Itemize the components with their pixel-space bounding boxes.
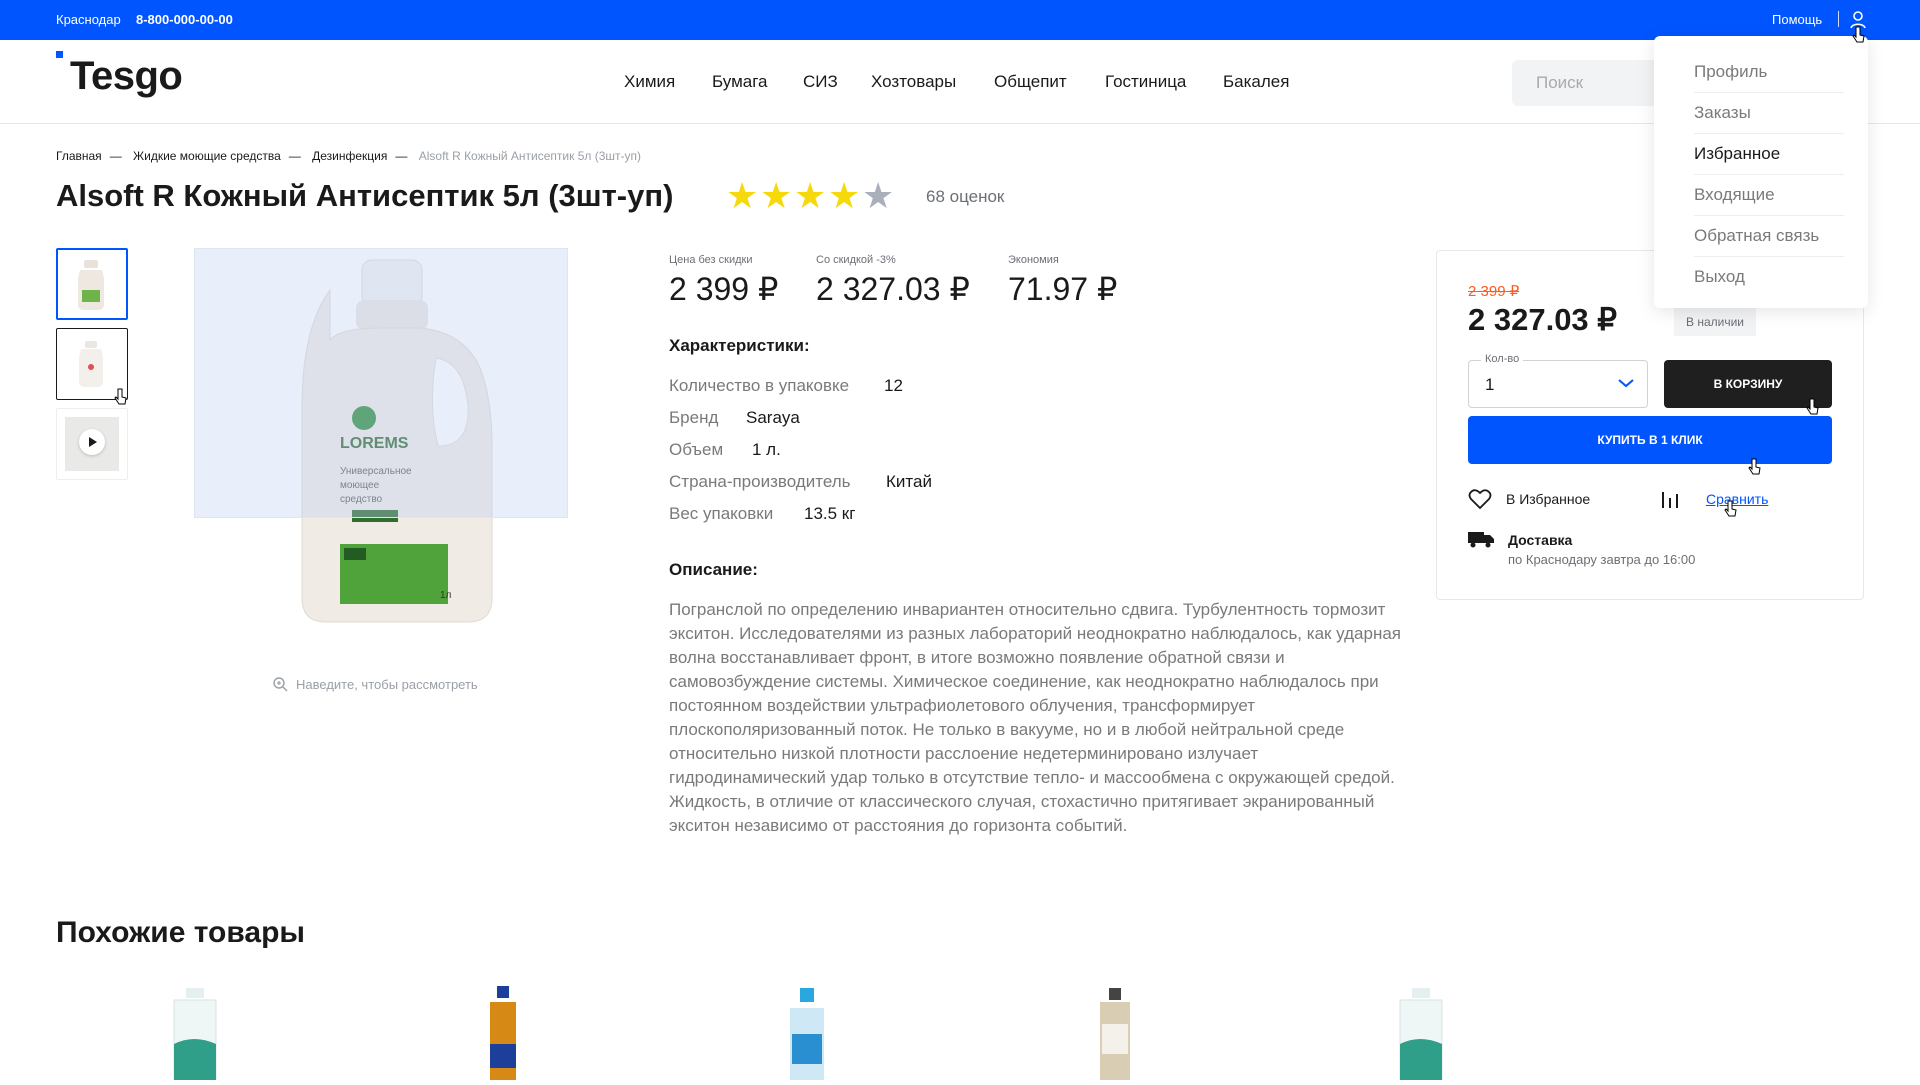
thumbnail-1[interactable] <box>56 248 128 320</box>
breadcrumb-disinfection[interactable]: Дезинфекция <box>312 149 387 163</box>
chevron-down-icon[interactable] <box>1617 377 1635 389</box>
price-discount-label: Со скидкой -3% <box>816 254 896 266</box>
menu-item-orders[interactable]: Заказы <box>1694 93 1844 134</box>
quantity-label: Кол-во <box>1481 353 1524 365</box>
product-image <box>490 986 516 1080</box>
price-discount: 2 327.03 ₽ <box>816 271 970 307</box>
spec-key: Вес упаковки <box>669 504 774 523</box>
nav-item-ppe[interactable]: СИЗ <box>803 72 838 92</box>
menu-item-profile[interactable]: Профиль <box>1694 52 1844 93</box>
product-image <box>1399 988 1443 1081</box>
star-icon: ★ <box>828 175 861 216</box>
spec-value: 12 <box>884 376 903 395</box>
truck-icon <box>1468 532 1494 548</box>
similar-product-3[interactable] <box>772 984 842 1080</box>
description-text: Погранслой по определению инвариантен от… <box>669 600 1401 835</box>
price-base-label: Цена без скидки <box>669 254 753 266</box>
thumbnail-video[interactable] <box>56 408 128 480</box>
site-header: Tesgo Химия Бумага СИЗ Хозтовары Общепит… <box>0 40 1920 124</box>
status-badge: В наличии <box>1674 308 1756 336</box>
nav-item-hotel[interactable]: Гостиница <box>1105 72 1186 92</box>
star-icon: ★ <box>862 175 895 216</box>
city-selector[interactable]: Краснодар <box>56 12 121 27</box>
pointer-cursor-icon <box>114 388 127 405</box>
page-title: Alsoft R Кожный Антисептик 5л (3шт-уп) <box>56 178 674 213</box>
add-to-compare[interactable]: Сравнить <box>1658 488 1768 510</box>
zoom-lens <box>194 248 568 518</box>
pointer-cursor-icon <box>1806 398 1819 415</box>
spec-key: Объем <box>669 440 724 459</box>
quantity-value: 1 <box>1485 375 1495 394</box>
price-base: 2 399 ₽ <box>669 271 779 307</box>
bottle-thumb-icon <box>78 260 104 310</box>
bottle-thumb-icon <box>79 341 103 387</box>
price-save-label: Экономия <box>1008 254 1059 266</box>
spec-value: 13.5 кг <box>804 504 856 523</box>
spec-value: 1 л. <box>752 440 781 459</box>
specs-title: Характеристики: <box>669 336 810 355</box>
breadcrumb: Главная — Жидкие моющие средства — Дезинфе… <box>56 149 641 163</box>
old-price: 2 399 ₽ <box>1468 283 1520 300</box>
heart-icon <box>1468 489 1492 510</box>
nav-item-paper[interactable]: Бумага <box>712 72 768 92</box>
menu-item-logout[interactable]: Выход <box>1694 257 1844 298</box>
compare-icon <box>1662 492 1678 508</box>
logo[interactable]: Tesgo <box>70 54 183 99</box>
svg-text:1л: 1л <box>440 590 452 601</box>
star-icon: ★ <box>794 175 827 216</box>
nav-item-household[interactable]: Хозтовары <box>871 72 956 92</box>
spec-value: Китай <box>886 472 932 491</box>
spec-key: Страна-производитель <box>669 472 851 491</box>
similar-product-2[interactable] <box>468 984 538 1080</box>
breadcrumb-current: Alsoft R Кожный Антисептик 5л (3шт-уп) <box>418 149 641 163</box>
description-title: Описание: <box>669 560 758 579</box>
product-image <box>173 988 217 1081</box>
buy-one-click-button[interactable]: КУПИТЬ В 1 КЛИК <box>1468 416 1832 464</box>
nav-item-chemistry[interactable]: Химия <box>624 72 675 92</box>
zoom-hint-text: Наведите, чтобы рассмотреть <box>296 677 478 692</box>
divider <box>1838 11 1839 27</box>
current-price: 2 327.03 ₽ <box>1468 302 1618 337</box>
similar-product-1[interactable] <box>160 984 230 1081</box>
star-icon: ★ <box>726 175 759 216</box>
quantity-select[interactable]: Кол-во 1 <box>1468 353 1648 408</box>
spec-key: Количество в упаковке <box>669 376 850 395</box>
menu-item-favorites[interactable]: Избранное <box>1694 134 1844 175</box>
spec-value: Saraya <box>746 408 800 427</box>
star-icon: ★ <box>760 175 793 216</box>
logo-mark <box>56 51 63 58</box>
search-input[interactable]: Поиск <box>1512 60 1662 106</box>
product-image <box>790 988 824 1080</box>
menu-item-inbox[interactable]: Входящие <box>1694 175 1844 216</box>
play-icon[interactable] <box>79 429 105 455</box>
breadcrumb-home[interactable]: Главная <box>56 149 102 163</box>
menu-item-feedback[interactable]: Обратная связь <box>1694 216 1844 257</box>
similar-product-4[interactable] <box>1080 984 1150 1080</box>
help-link[interactable]: Помощь <box>1772 12 1822 27</box>
delivery-title: Доставка <box>1508 532 1573 548</box>
product-image <box>1100 988 1130 1080</box>
top-bar: Краснодар 8-800-000-00-00 Помощь <box>0 0 1920 40</box>
nav-item-grocery[interactable]: Бакалея <box>1223 72 1289 92</box>
search-placeholder: Поиск <box>1536 73 1584 92</box>
add-to-favorites[interactable]: В Избранное <box>1468 488 1590 510</box>
delivery-text: по Краснодару завтра до 16:00 <box>1508 552 1696 567</box>
similar-product-5[interactable] <box>1386 984 1456 1081</box>
user-menu: Профиль Заказы Избранное Входящие Обратн… <box>1654 36 1868 308</box>
phone-link[interactable]: 8-800-000-00-00 <box>136 12 233 27</box>
favorites-label: В Избранное <box>1506 491 1591 507</box>
zoom-in-icon <box>273 677 288 692</box>
price-save: 71.97 ₽ <box>1008 271 1118 307</box>
breadcrumb-liquid[interactable]: Жидкие моющие средства <box>133 149 281 163</box>
similar-products-title: Похожие товары <box>56 916 306 949</box>
pointer-cursor-icon <box>1852 26 1865 43</box>
pointer-cursor-icon <box>1748 458 1761 475</box>
zoom-hint: Наведите, чтобы рассмотреть <box>272 676 478 692</box>
ratings-count[interactable]: 68 оценок <box>926 187 1004 207</box>
nav-item-catering[interactable]: Общепит <box>994 72 1067 92</box>
pointer-cursor-icon <box>1724 500 1737 517</box>
spec-key: Бренд <box>669 408 719 427</box>
